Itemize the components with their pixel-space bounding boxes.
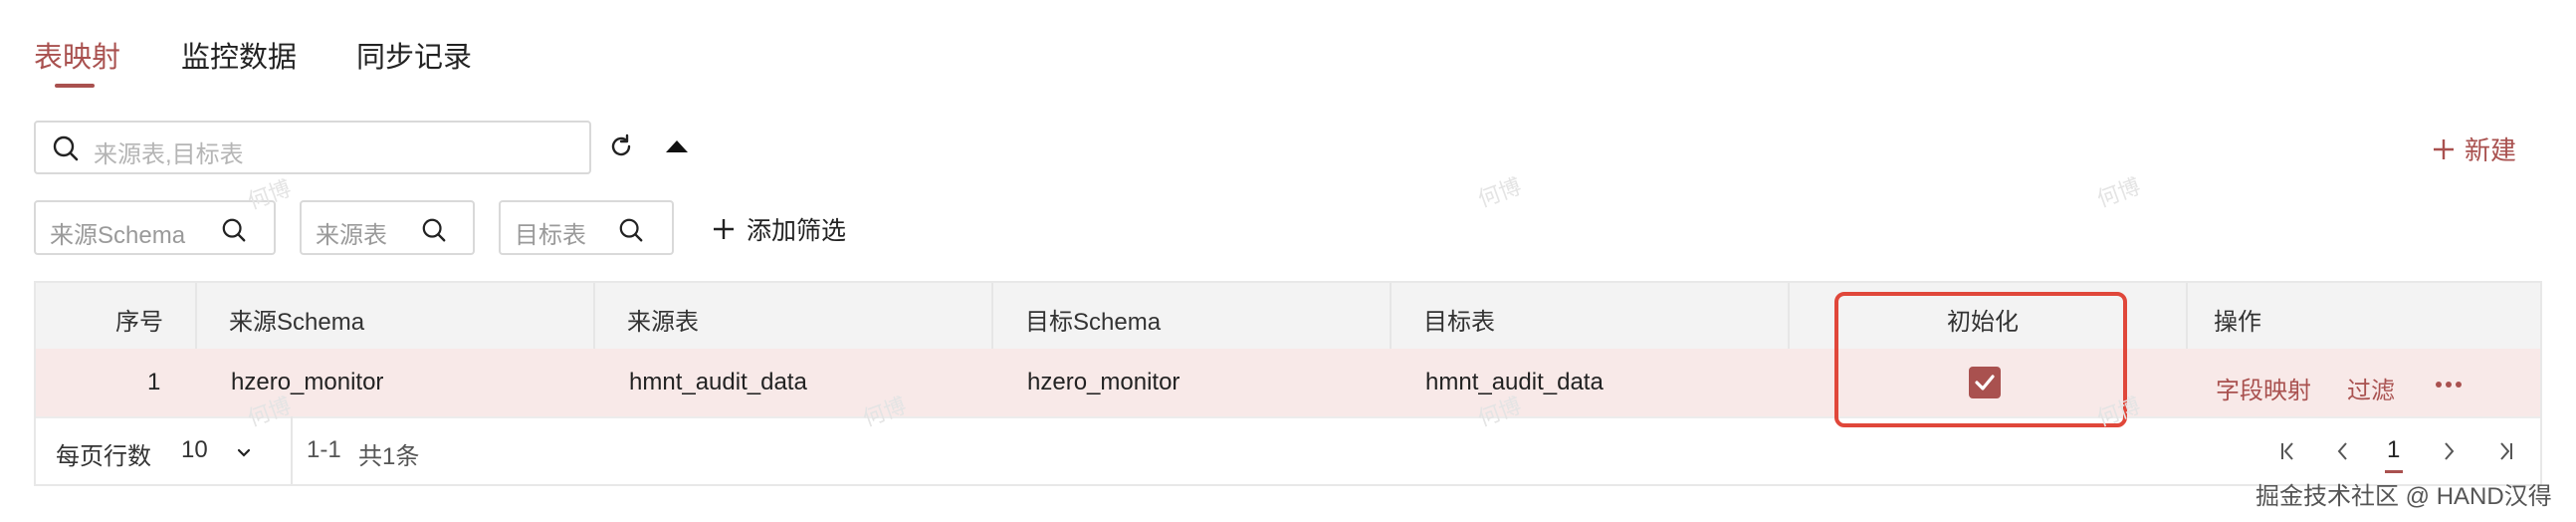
source-table-filter[interactable]: 来源表 xyxy=(300,200,475,255)
table-row[interactable]: 1 hzero_monitor hmnt_audit_data hzero_mo… xyxy=(36,349,2540,418)
column-header-target-table: 目标表 xyxy=(1423,309,1495,336)
watermark: 何博 xyxy=(2093,173,2144,212)
add-filter-label: 添加筛选 xyxy=(747,217,847,245)
column-header-source-table: 来源表 xyxy=(627,309,699,336)
pagination-bar: 每页行数 10 1-1 共1条 1 xyxy=(36,416,2540,486)
filter-link[interactable]: 过滤 xyxy=(2347,371,2395,405)
search-input[interactable]: 来源表,目标表 xyxy=(34,121,591,174)
collapse-up-icon[interactable] xyxy=(665,139,689,153)
more-icon[interactable] xyxy=(2435,381,2463,389)
row-source-schema: hzero_monitor xyxy=(231,369,384,395)
credit-watermark: 掘金技术社区 @ HAND汉得 xyxy=(2255,483,2552,510)
row-source-table: hmnt_audit_data xyxy=(629,369,807,395)
plus-icon xyxy=(713,218,735,240)
search-icon xyxy=(221,217,247,243)
refresh-icon[interactable] xyxy=(607,132,635,160)
rows-per-page-label: 每页行数 xyxy=(56,443,151,470)
new-button[interactable]: 新建 xyxy=(2433,130,2516,167)
tab-monitor-data[interactable]: 监控数据 xyxy=(181,34,297,76)
current-page[interactable]: 1 xyxy=(2387,436,2400,464)
column-header-index: 序号 xyxy=(115,309,163,336)
current-page-indicator xyxy=(2385,470,2403,473)
column-header-source-schema: 来源Schema xyxy=(229,309,365,336)
tab-table-mapping[interactable]: 表映射 xyxy=(34,34,120,76)
table-header: 序号 来源Schema 来源表 目标Schema 目标表 初始化 操作 xyxy=(36,283,2540,351)
search-placeholder: 来源表,目标表 xyxy=(94,141,244,168)
target-table-filter[interactable]: 目标表 xyxy=(499,200,674,255)
chevron-down-icon[interactable] xyxy=(237,448,251,458)
plus-icon xyxy=(2433,138,2455,160)
search-icon xyxy=(421,217,447,243)
watermark: 何博 xyxy=(1474,173,1525,212)
filter-placeholder: 来源表 xyxy=(316,222,387,249)
row-target-schema: hzero_monitor xyxy=(1027,369,1181,395)
field-mapping-link[interactable]: 字段映射 xyxy=(2216,371,2311,405)
add-filter-button[interactable]: 添加筛选 xyxy=(713,211,846,247)
page-range: 1-1 xyxy=(307,436,341,463)
next-page-icon[interactable] xyxy=(2443,440,2457,462)
mapping-table: 序号 来源Schema 来源表 目标Schema 目标表 初始化 操作 1 hz… xyxy=(34,281,2542,486)
row-index: 1 xyxy=(147,369,161,395)
first-page-icon[interactable] xyxy=(2279,440,2297,462)
column-header-actions: 操作 xyxy=(2214,309,2261,336)
new-button-label: 新建 xyxy=(2465,135,2517,165)
footer-divider xyxy=(291,416,293,484)
search-icon xyxy=(618,217,644,243)
search-icon xyxy=(52,134,80,162)
filter-placeholder: 目标表 xyxy=(515,222,586,249)
rows-per-page-select[interactable]: 10 xyxy=(181,436,208,464)
prev-page-icon[interactable] xyxy=(2335,440,2349,462)
total-count: 共1条 xyxy=(358,443,420,470)
filter-placeholder: 来源Schema xyxy=(50,222,186,249)
last-page-icon[interactable] xyxy=(2496,440,2514,462)
watermark: 何博 xyxy=(244,175,295,214)
active-tab-indicator xyxy=(55,84,95,88)
source-schema-filter[interactable]: 来源Schema xyxy=(34,200,276,255)
tab-sync-records[interactable]: 同步记录 xyxy=(356,34,472,76)
column-header-target-schema: 目标Schema xyxy=(1025,309,1162,336)
initialized-column-highlight xyxy=(1834,292,2127,427)
